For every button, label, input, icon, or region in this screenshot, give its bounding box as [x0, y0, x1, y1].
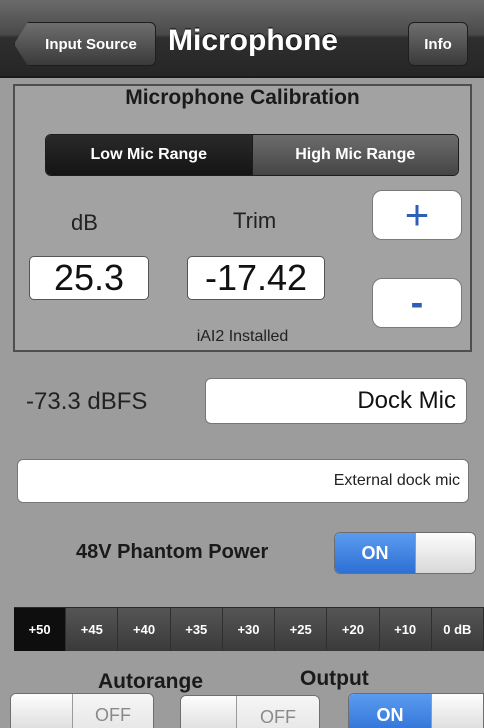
- switch-knob: [11, 694, 73, 728]
- switch-on-label: ON: [335, 533, 415, 573]
- minus-icon: -: [410, 281, 424, 324]
- autorange-switch[interactable]: OFF: [10, 693, 154, 728]
- range-option-plus40[interactable]: +40: [118, 608, 171, 651]
- plus-icon: +: [404, 191, 430, 238]
- range-option-plus10[interactable]: +10: [380, 608, 432, 651]
- output-on-switch[interactable]: ON: [348, 693, 484, 728]
- interface-status: iAI2 Installed: [196, 328, 289, 345]
- switch-knob: [181, 696, 237, 728]
- mic-description-field[interactable]: External dock mic: [17, 459, 469, 503]
- decrease-button[interactable]: -: [372, 278, 462, 328]
- info-button[interactable]: Info: [408, 22, 468, 66]
- segment-low-mic-range[interactable]: Low Mic Range: [46, 135, 252, 175]
- mic-range-segmented-control: Low Mic Range High Mic Range: [45, 134, 459, 176]
- mic-name-field[interactable]: Dock Mic: [205, 378, 467, 424]
- range-option-plus25[interactable]: +25: [275, 608, 328, 651]
- range-option-0db[interactable]: 0 dB: [432, 608, 484, 651]
- range-option-plus45[interactable]: +45: [66, 608, 119, 651]
- navigation-bar: Input Source Microphone Info: [0, 0, 484, 78]
- switch-knob: [431, 694, 483, 728]
- trim-value-field[interactable]: -17.42: [187, 256, 325, 300]
- segment-label: High Mic Range: [295, 146, 416, 163]
- db-value-field[interactable]: 25.3: [29, 256, 149, 300]
- info-button-label: Info: [424, 35, 452, 53]
- output-label: Output: [300, 667, 369, 690]
- phantom-power-label: 48V Phantom Power: [76, 541, 269, 563]
- trim-label: Trim: [233, 208, 277, 233]
- range-option-plus30[interactable]: +30: [223, 608, 276, 651]
- calibration-title: Microphone Calibration: [125, 86, 360, 109]
- switch-on-label: ON: [349, 694, 431, 728]
- range-option-plus50[interactable]: +50: [14, 608, 67, 651]
- switch-knob: [415, 533, 475, 573]
- segment-label: Low Mic Range: [90, 146, 207, 163]
- dbfs-readout: -73.3 dBFS: [26, 388, 148, 415]
- switch-off-label: OFF: [237, 696, 319, 728]
- gain-range-selector: +50 +45 +40 +35 +30 +25 +20 +10 0 dB: [14, 607, 484, 651]
- autorange-label: Autorange: [98, 670, 203, 693]
- range-option-plus35[interactable]: +35: [171, 608, 223, 651]
- switch-off-label: OFF: [73, 694, 153, 728]
- back-button-label: Input Source: [45, 35, 137, 53]
- page-title: Microphone: [168, 24, 338, 57]
- range-option-plus20[interactable]: +20: [327, 608, 380, 651]
- db-label: dB: [71, 210, 98, 235]
- phantom-power-switch[interactable]: ON: [334, 532, 476, 574]
- input-source-back-button[interactable]: Input Source: [14, 22, 156, 66]
- calibration-panel: Microphone Calibration Low Mic Range Hig…: [13, 84, 472, 352]
- increase-button[interactable]: +: [372, 190, 462, 240]
- output-off-switch[interactable]: OFF: [180, 695, 320, 728]
- segment-high-mic-range[interactable]: High Mic Range: [251, 135, 458, 175]
